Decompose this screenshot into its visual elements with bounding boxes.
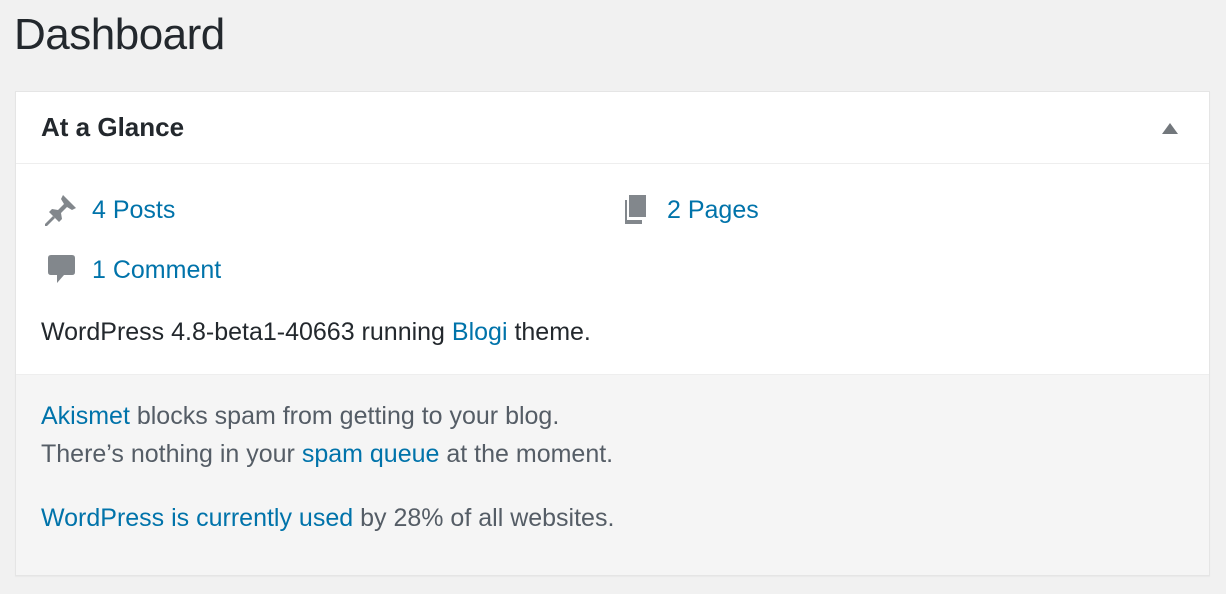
- pages-icon: [616, 190, 656, 230]
- akismet-line-2-prefix: There’s nothing in your: [41, 440, 302, 468]
- comments-link[interactable]: 1 Comment: [41, 250, 221, 290]
- speech-bubble-icon: [41, 250, 81, 290]
- pushpin-icon: [41, 190, 81, 230]
- comments-count-label: 1 Comment: [92, 255, 222, 284]
- widget-title: At a Glance: [41, 112, 185, 142]
- collapse-toggle-button[interactable]: [1155, 113, 1185, 143]
- page-title: Dashboard: [14, 10, 225, 59]
- theme-link[interactable]: Blogi: [452, 318, 508, 346]
- pages-link[interactable]: 2 Pages: [616, 190, 759, 230]
- widget-footer: Akismet blocks spam from getting to your…: [16, 375, 1209, 575]
- posts-count-label: 4 Posts: [92, 195, 176, 224]
- akismet-line-2-suffix: at the moment.: [439, 440, 614, 468]
- posts-link[interactable]: 4 Posts: [41, 190, 175, 230]
- usage-text: by 28% of all websites.: [353, 504, 615, 532]
- triangle-up-icon: [1162, 122, 1178, 134]
- pages-count-label: 2 Pages: [667, 195, 759, 224]
- usage-stat: WordPress is currently used by 28% of al…: [41, 499, 1184, 537]
- akismet-line-1: Akismet blocks spam from getting to your…: [41, 397, 1184, 435]
- usage-link[interactable]: WordPress is currently used: [41, 504, 353, 532]
- version-prefix: WordPress 4.8-beta1-40663 running: [41, 318, 452, 346]
- widget-header[interactable]: At a Glance: [16, 92, 1209, 164]
- version-suffix: theme.: [507, 318, 591, 346]
- akismet-link[interactable]: Akismet: [41, 402, 130, 430]
- glance-content: 4 Posts 2 Pages 1 Comment WordPress 4.8-…: [16, 164, 1209, 375]
- akismet-line-2: There’s nothing in your spam queue at th…: [41, 435, 1184, 473]
- akismet-line-1-text: blocks spam from getting to your blog.: [129, 402, 560, 430]
- spam-queue-link[interactable]: spam queue: [302, 440, 440, 468]
- version-info: WordPress 4.8-beta1-40663 running Blogi …: [41, 318, 591, 347]
- at-a-glance-widget: At a Glance 4 Posts 2 Pages 1 Comment Wo…: [15, 91, 1210, 576]
